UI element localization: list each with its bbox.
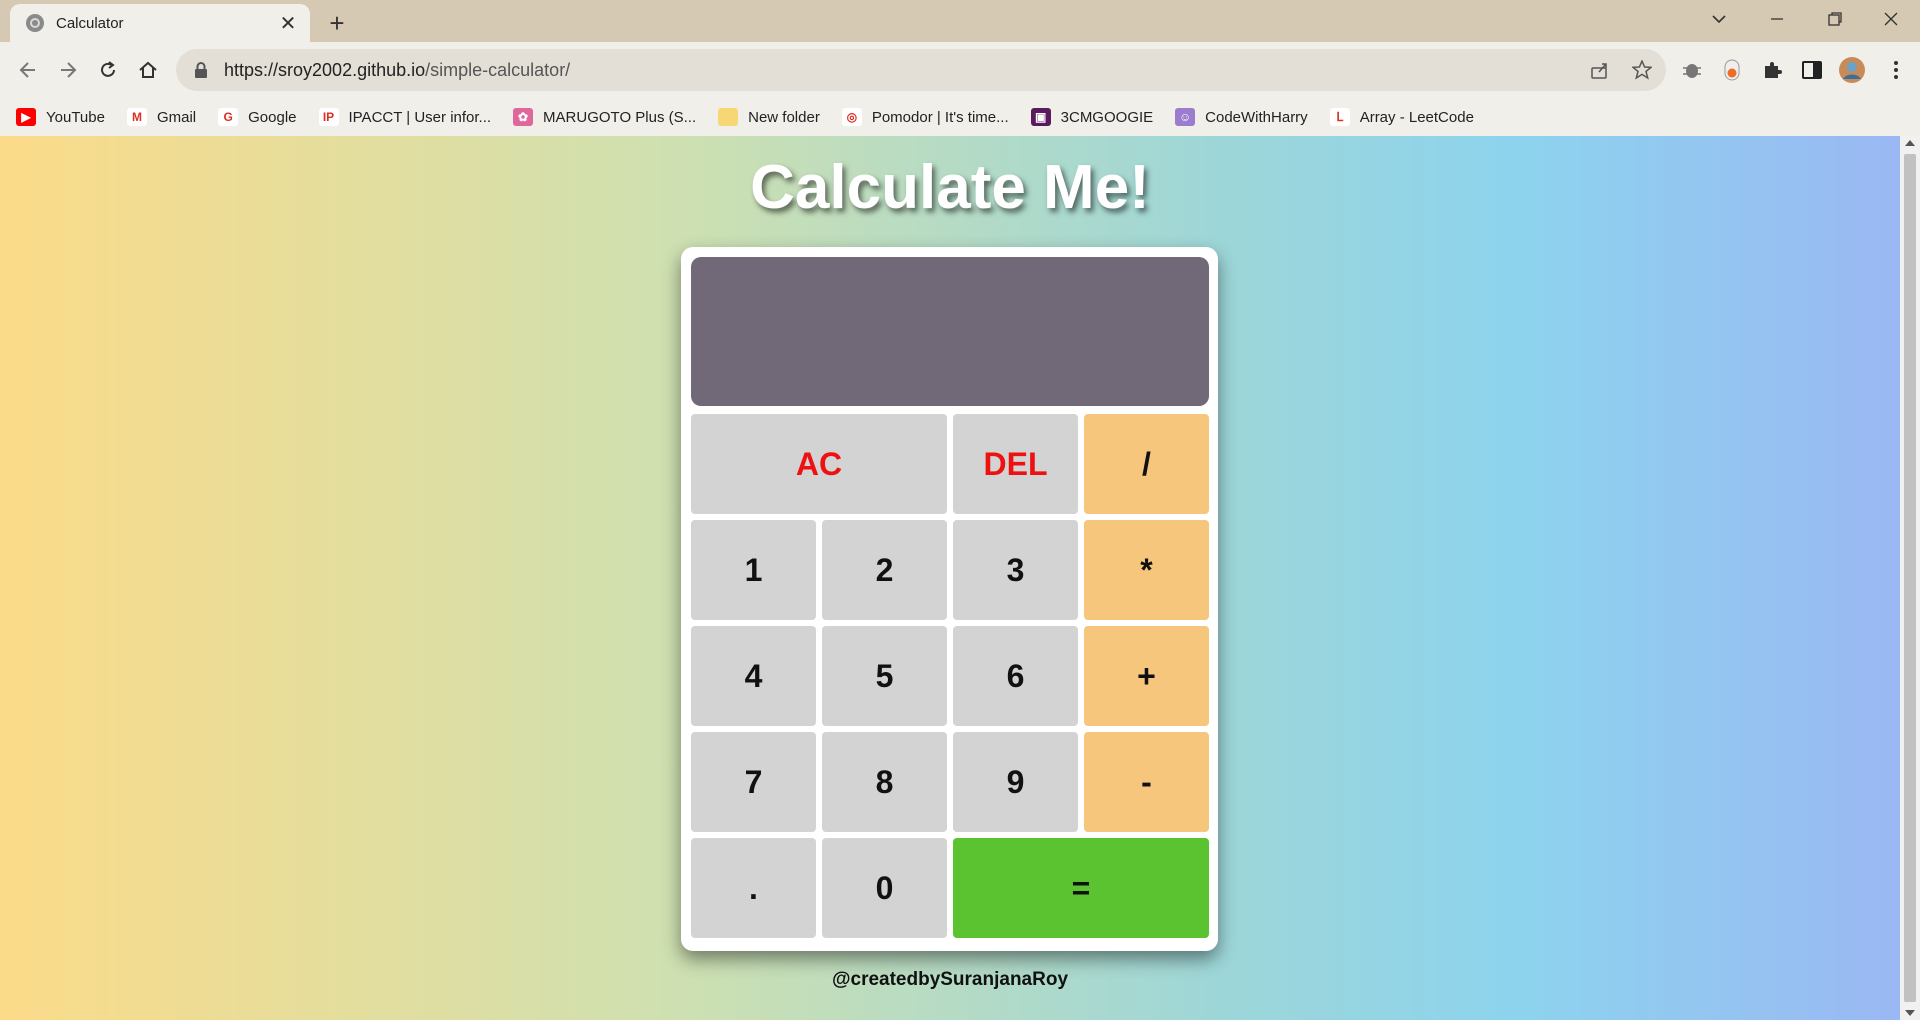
key-5-button[interactable]: 5 — [822, 626, 947, 726]
bookmark-label: YouTube — [46, 108, 105, 126]
arrow-right-icon — [61, 62, 77, 78]
bookmark-item[interactable]: ▶ YouTube — [16, 108, 105, 126]
minimize-icon — [1771, 18, 1783, 20]
arrow-left-icon — [19, 62, 35, 78]
bookmark-item[interactable]: New folder — [718, 108, 820, 126]
3cm-icon: ▣ — [1030, 108, 1051, 126]
restore-button[interactable] — [1806, 0, 1864, 38]
bookmark-label: Google — [248, 108, 297, 126]
page-scrollbar[interactable] — [1900, 136, 1920, 1020]
back-button[interactable] — [12, 54, 44, 86]
calculator-display — [691, 257, 1209, 406]
tab-title: Calculator — [56, 14, 124, 32]
home-button[interactable] — [132, 54, 164, 86]
restore-icon — [1828, 12, 1842, 26]
url-host: https://sroy2002.github.io — [224, 59, 426, 80]
youtube-icon: ▶ — [16, 108, 36, 126]
bug-extension-icon[interactable] — [1676, 54, 1708, 86]
bookmark-label: MARUGOTO Plus (S... — [543, 108, 697, 126]
key-4-button[interactable]: 4 — [691, 626, 816, 726]
key-9-button[interactable]: 9 — [953, 732, 1078, 832]
page-content: Calculate Me! AC DEL/ 1 2 3 * 4 5 6 +7 8 9-. 0 = @cre… — [0, 136, 1900, 1020]
key-equals-button[interactable]: = — [953, 838, 1209, 938]
new-tab-button[interactable]: + — [322, 8, 352, 38]
bookmark-label: 3CMGOOGIE — [1060, 108, 1154, 126]
key-6-button[interactable]: 6 — [953, 626, 1078, 726]
ipacct-icon: IP — [318, 108, 339, 126]
menu-kebab-icon[interactable] — [1880, 54, 1912, 86]
page-title: Calculate Me! — [750, 153, 1150, 222]
tab-search-button[interactable] — [1690, 0, 1748, 38]
url-path: /simple-calculator/ — [425, 59, 571, 80]
reload-button[interactable] — [92, 54, 124, 86]
folder-icon — [718, 108, 739, 126]
scrollbar-thumb[interactable] — [1904, 154, 1916, 1002]
codewithharry-icon: ☺ — [1175, 108, 1196, 126]
bookmark-item[interactable]: ᒪ Array - LeetCode — [1329, 108, 1474, 126]
close-icon — [1884, 12, 1898, 26]
key-divide-button[interactable]: / — [1084, 414, 1209, 514]
forward-button[interactable] — [52, 54, 84, 86]
marugoto-icon: ✿ — [513, 108, 534, 126]
bookmark-item[interactable]: ☺ CodeWithHarry — [1175, 108, 1308, 126]
key-plus-button[interactable]: + — [1084, 626, 1209, 726]
browser-window: Calculator ✕ + https://sroy2002.github.i… — [0, 0, 1920, 1020]
toggle-extension-icon[interactable] — [1716, 54, 1748, 86]
scroll-down-icon[interactable] — [1905, 1010, 1915, 1016]
key-8-button[interactable]: 8 — [822, 732, 947, 832]
key-multiply-button[interactable]: * — [1084, 520, 1209, 620]
bookmark-item[interactable]: ✿ MARUGOTO Plus (S... — [513, 108, 696, 126]
scroll-up-icon[interactable] — [1905, 140, 1915, 146]
leetcode-icon: ᒪ — [1329, 108, 1350, 126]
bookmark-label: Pomodor | It's time... — [871, 108, 1009, 126]
bookmark-star-icon[interactable] — [1628, 56, 1656, 84]
tab-strip: Calculator ✕ + — [0, 0, 1920, 42]
calculator: AC DEL/ 1 2 3 * 4 5 6 +7 8 9-. 0 = — [681, 247, 1218, 951]
close-window-button[interactable] — [1862, 0, 1920, 38]
bookmark-item[interactable]: M Gmail — [126, 108, 197, 126]
home-icon — [139, 61, 157, 78]
keypad: AC DEL/ 1 2 3 * 4 5 6 +7 8 9-. 0 = — [691, 414, 1209, 938]
profile-avatar[interactable] — [1836, 54, 1868, 86]
key-3-button[interactable]: 3 — [953, 520, 1078, 620]
bookmark-item[interactable]: G Google — [218, 108, 297, 126]
bookmark-item[interactable]: IP IPACCT | User infor... — [318, 108, 492, 126]
share-icon[interactable] — [1586, 56, 1614, 84]
gmail-icon: M — [126, 108, 147, 126]
google-icon: G — [218, 108, 239, 126]
key-7-button[interactable]: 7 — [691, 732, 816, 832]
globe-icon — [26, 14, 44, 32]
bookmark-label: Gmail — [156, 108, 197, 126]
puzzle-extensions-icon[interactable] — [1756, 54, 1788, 86]
bookmark-label: Array - LeetCode — [1359, 108, 1474, 126]
bookmarks-list: ▶ YouTube M Gmail G Google IP IPACCT | User inf… — [0, 98, 1920, 136]
chevron-down-icon — [1712, 15, 1726, 24]
address-bar-actions — [1586, 56, 1656, 84]
key-ac-button[interactable]: AC — [691, 414, 947, 514]
key-1-button[interactable]: 1 — [691, 520, 816, 620]
side-panel-icon[interactable] — [1796, 54, 1828, 86]
bookmark-label: CodeWithHarry — [1205, 108, 1308, 126]
key-0-button[interactable]: 0 — [822, 838, 947, 938]
lock-icon — [195, 62, 207, 78]
close-tab-button[interactable]: ✕ — [276, 11, 300, 35]
bookmark-item[interactable]: ▣ 3CMGOOGIE — [1030, 108, 1154, 126]
tab-calculator[interactable]: Calculator ✕ — [10, 4, 310, 42]
browser-toolbar: https://sroy2002.github.io/simple-calcul… — [0, 42, 1920, 98]
url-text: https://sroy2002.github.io/simple-calcul… — [224, 60, 570, 81]
bookmarks-bar: ▶ YouTube M Gmail G Google IP IPACCT | User inf… — [0, 98, 1920, 137]
minimize-button[interactable] — [1748, 0, 1806, 38]
reload-icon — [101, 61, 115, 77]
key-2-button[interactable]: 2 — [822, 520, 947, 620]
bookmark-item[interactable]: ◎ Pomodor | It's time... — [841, 108, 1009, 126]
address-bar[interactable]: https://sroy2002.github.io/simple-calcul… — [176, 49, 1666, 91]
bookmark-label: New folder — [748, 108, 820, 126]
key-decimal-button[interactable]: . — [691, 838, 816, 938]
pomodoro-icon: ◎ — [841, 108, 862, 126]
key-minus-button[interactable]: - — [1084, 732, 1209, 832]
footer-credit: @createdbySuranjanaRoy — [831, 969, 1069, 990]
key-del-button[interactable]: DEL — [953, 414, 1078, 514]
bookmark-label: IPACCT | User infor... — [348, 108, 492, 126]
